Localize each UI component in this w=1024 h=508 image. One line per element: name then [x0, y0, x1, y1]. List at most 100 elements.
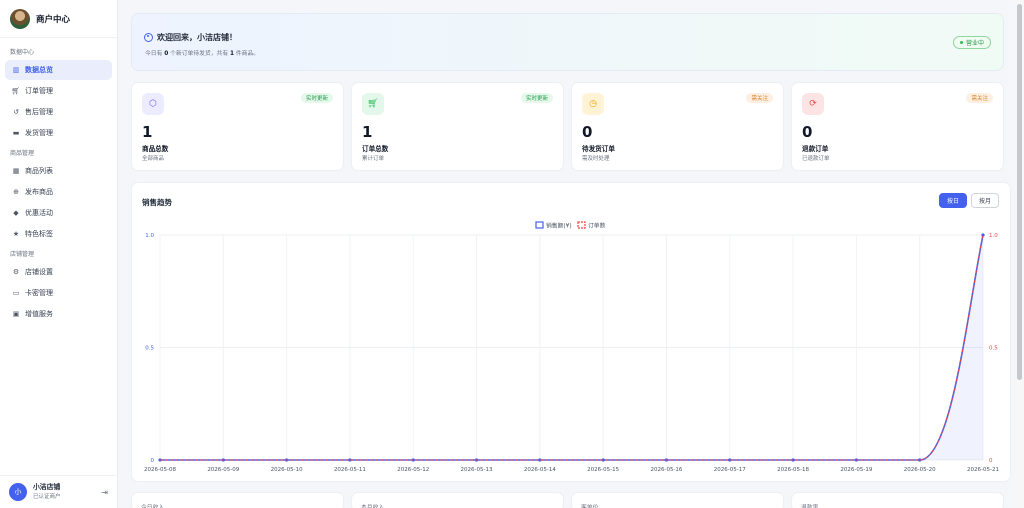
welcome-subtitle: 今日有 0 个新订单待发货，共有 1 件商品。 — [145, 48, 259, 57]
sidebar-item-label: 售后管理 — [25, 108, 53, 116]
y-tick-label-right: 0 — [989, 458, 993, 464]
logout-icon[interactable]: ⇥ — [101, 488, 108, 497]
user-role: 已认证商户 — [33, 494, 61, 500]
bottom-card-label: 本月收入 — [361, 505, 385, 508]
brand[interactable]: 商户中心 — [0, 0, 117, 38]
x-tick-label: 2026-05-16 — [650, 467, 682, 473]
sidebar-item-label: 优惠活动 — [25, 209, 53, 217]
avatar[interactable]: 小 — [9, 483, 27, 501]
stat-value: 1 — [142, 123, 153, 141]
x-tick-label: 2026-05-19 — [840, 467, 872, 473]
x-tick-label: 2026-05-15 — [587, 467, 619, 473]
stat-badge: 需关注 — [746, 93, 773, 103]
sidebar-item-label: 订单管理 — [25, 87, 53, 95]
sales-trend-card: 销售趋势 按日 按月 0 0 0.5 0.5 1.0 1.0 2026-05-08 2026-… — [131, 182, 1011, 482]
x-tick-label: 2026-05-17 — [714, 467, 746, 473]
sales-trend-chart: 0 0 0.5 0.5 1.0 1.0 2026-05-08 2026-05-09 2026-0… — [144, 221, 999, 473]
stat-subtitle: 全部商品 — [142, 156, 165, 162]
stat-title: 订单总数 — [362, 145, 389, 153]
sidebar-item[interactable]: 🛒︎ 订单管理 — [5, 81, 112, 101]
x-tick-label: 2026-05-21 — [967, 467, 999, 473]
stat-card[interactable]: ⟳ 需关注 0 退款订单 已退款订单 — [791, 82, 1004, 171]
tag-icon: ◆ — [13, 209, 19, 217]
product-count: 1 — [229, 51, 235, 57]
x-tick-label: 2026-05-08 — [144, 467, 176, 473]
sidebar-nav: 数据中心 ▥ 数据总览 🛒︎ 订单管理 ↺ 售后管理 ▬ 发货管理 商品管理 ▦ 商品列表 ⊕ 发布商品 ◆… — [0, 38, 117, 324]
stat-card[interactable]: ◷ 需关注 0 待发货订单 需及时处理 — [571, 82, 784, 171]
stat-subtitle: 累计订单 — [362, 156, 385, 162]
truck-icon: ▬ — [12, 129, 20, 137]
welcome-sub-mid: 个新订单待发货，共有 — [170, 51, 229, 57]
welcome-banner: 欢迎回来，小洁店铺！ 今日有 0 个新订单待发货，共有 1 件商品。 营业中 — [131, 13, 1004, 71]
refresh-icon: ⟳ — [802, 93, 824, 115]
sidebar-item-label: 发布商品 — [25, 188, 53, 196]
pending-count: 0 — [164, 51, 169, 57]
store-status-text: 营业中 — [965, 40, 984, 47]
legend-label: 销售额(¥) — [546, 222, 572, 230]
welcome-title-text: 欢迎回来，小洁店铺！ — [157, 33, 237, 42]
sidebar-item[interactable]: ▦ 商品列表 — [5, 161, 112, 181]
bottom-card-label: 退款率 — [801, 505, 819, 508]
stat-value: 0 — [802, 123, 813, 141]
stat-subtitle: 需及时处理 — [582, 156, 610, 162]
sidebar-item-label: 店铺设置 — [25, 268, 53, 276]
x-tick-label: 2026-05-14 — [524, 467, 556, 473]
sidebar-item[interactable]: ▣ 增值服务 — [5, 304, 112, 324]
gear-icon: ⚙ — [12, 268, 20, 276]
star-icon: ★ — [12, 230, 20, 238]
bottom-card-label: 今日收入 — [141, 505, 165, 508]
user-name: 小洁店铺 — [33, 483, 61, 491]
sidebar-item[interactable]: ▬ 发货管理 — [5, 123, 112, 143]
x-tick-label: 2026-05-13 — [461, 467, 493, 473]
stat-subtitle: 已退款订单 — [802, 156, 830, 162]
sidebar-item-label: 特色标签 — [25, 230, 53, 238]
stat-value: 0 — [582, 123, 593, 141]
undo-icon: ↺ — [13, 108, 19, 116]
card-icon: ▭ — [12, 289, 20, 297]
sidebar-item-label: 发货管理 — [25, 129, 53, 137]
clock-icon: ◷ — [582, 93, 604, 115]
page-scrollbar-track[interactable] — [1015, 0, 1024, 508]
nav-group-label: 数据中心 — [10, 49, 35, 56]
cart-icon: 🛒︎ — [362, 93, 384, 115]
bottom-stat-card: 客单价 — [571, 492, 784, 508]
sidebar-item[interactable]: ▭ 卡密管理 — [5, 283, 112, 303]
sidebar-item[interactable]: ★ 特色标签 — [5, 224, 112, 244]
bottom-stat-card: 退款率 — [791, 492, 1004, 508]
x-tick-label: 2026-05-18 — [777, 467, 809, 473]
sidebar-item[interactable]: ↺ 售后管理 — [5, 102, 112, 122]
bar-chart-icon: ▥ — [12, 66, 20, 74]
nav-group-label: 商品管理 — [10, 150, 35, 157]
brand-logo — [10, 8, 30, 29]
bottom-card-label: 客单价 — [581, 505, 599, 508]
sidebar-item-label: 增值服务 — [25, 310, 53, 318]
welcome-sub-suffix: 件商品。 — [235, 51, 260, 57]
brand-title: 商户中心 — [36, 14, 71, 25]
grid-icon: ▦ — [12, 167, 20, 175]
legend-swatch — [577, 221, 586, 229]
x-tick-label: 2026-05-09 — [207, 467, 239, 473]
stat-badge: 需关注 — [966, 93, 993, 103]
stat-title: 商品总数 — [142, 145, 169, 153]
sidebar-item[interactable]: ⊕ 发布商品 — [5, 182, 112, 202]
stat-card[interactable]: 🛒︎ 实时更新 1 订单总数 累计订单 — [351, 82, 564, 171]
sidebar-item-label: 卡密管理 — [25, 289, 53, 297]
bottom-stat-card: 今日收入 — [131, 492, 344, 508]
sidebar-item[interactable]: ▥ 数据总览 — [5, 60, 112, 80]
welcome-title: 欢迎回来，小洁店铺！ — [144, 32, 237, 43]
y-tick-label-left: 0.5 — [145, 346, 154, 352]
status-dot-icon — [959, 41, 963, 44]
store-status-badge: 营业中 — [952, 36, 991, 49]
user-profile[interactable]: 小 小洁店铺 已认证商户 ⇥ — [0, 475, 118, 508]
sidebar-item[interactable]: ◆ 优惠活动 — [5, 203, 112, 223]
sidebar: 商户中心 数据中心 ▥ 数据总览 🛒︎ 订单管理 ↺ 售后管理 ▬ 发货管理商品管理 ▦ 商品列表 ⊕… — [0, 0, 118, 508]
stat-title: 退款订单 — [802, 145, 829, 153]
sidebar-item[interactable]: ⚙ 店铺设置 — [5, 262, 112, 282]
x-tick-label: 2026-05-11 — [334, 467, 366, 473]
legend-label: 订单数 — [588, 222, 606, 230]
page-scrollbar-thumb[interactable] — [1017, 4, 1022, 380]
bottom-stat-card: 本月收入 — [351, 492, 564, 508]
welcome-sub-prefix: 今日有 — [145, 51, 163, 57]
y-tick-label-left: 0 — [151, 458, 155, 464]
stat-card[interactable]: ⬡ 实时更新 1 商品总数 全部商品 — [131, 82, 344, 171]
